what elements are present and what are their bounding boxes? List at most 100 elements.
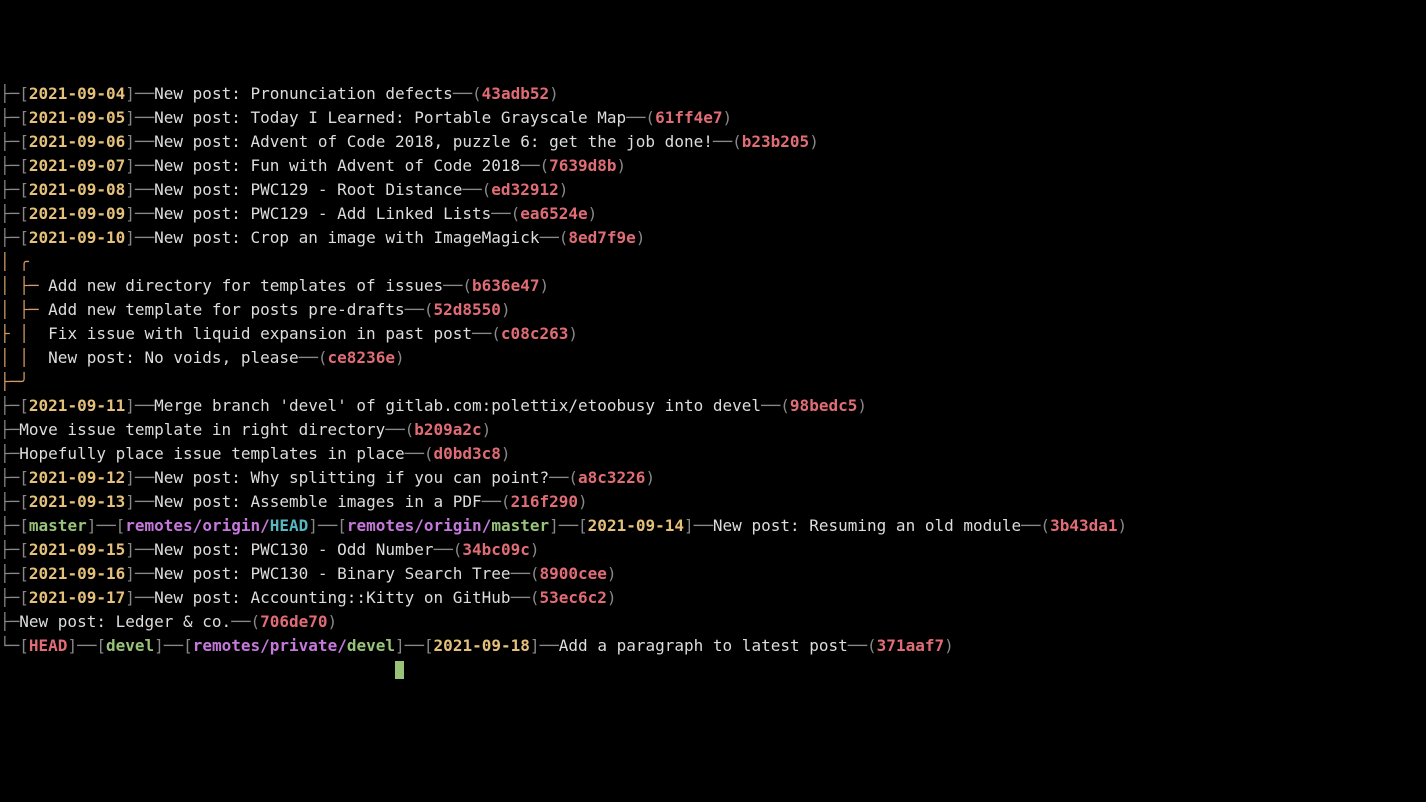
- paren-open: (: [318, 348, 328, 367]
- ref-segment: HEAD: [270, 516, 309, 535]
- ref-name: 2021-09-18: [434, 636, 530, 655]
- commit-message: Fix issue with liquid expansion in past …: [48, 324, 472, 343]
- log-line: ├─Move issue template in right directory…: [0, 418, 1426, 442]
- commit-message: New post: No voids, please: [48, 348, 298, 367]
- log-line: ├─[2021-09-13]──New post: Assemble image…: [0, 490, 1426, 514]
- paren-open: (: [780, 396, 790, 415]
- ref-name: HEAD: [29, 636, 68, 655]
- paren-close: ): [857, 396, 867, 415]
- commit-hash: b209a2c: [414, 420, 481, 439]
- bracket-close: ]: [154, 636, 164, 655]
- graph-dash: ──: [405, 444, 424, 463]
- log-line: │ │ New post: No voids, please──(ce8236e…: [0, 346, 1426, 370]
- ref-segment: master: [491, 516, 549, 535]
- paren-open: (: [501, 492, 511, 511]
- graph-indent: │ │: [0, 348, 48, 367]
- log-line: ├─[2021-09-12]──New post: Why splitting …: [0, 466, 1426, 490]
- graph-dash: ──: [385, 420, 404, 439]
- graph-box-top: │ ╭: [0, 252, 29, 271]
- graph-indent: ├ │: [0, 324, 48, 343]
- bracket-open: [: [19, 516, 29, 535]
- graph-indent: └─: [0, 636, 19, 655]
- commit-message: Hopefully place issue templates in place: [19, 444, 404, 463]
- graph-dash: ──: [164, 636, 183, 655]
- ref-segment: remotes/origin/: [347, 516, 492, 535]
- graph-dash: ──: [511, 564, 530, 583]
- graph-dash: ──: [520, 156, 539, 175]
- graph-indent: ├─: [0, 516, 19, 535]
- commit-message: New post: PWC130 - Odd Number: [154, 540, 433, 559]
- bracket-close: ]: [125, 540, 135, 559]
- commit-message: Add new directory for templates of issue…: [48, 276, 443, 295]
- log-line: ├─[2021-09-04]──New post: Pronunciation …: [0, 82, 1426, 106]
- commit-hash: 371aaf7: [877, 636, 944, 655]
- graph-dash: ──: [135, 540, 154, 559]
- graph-dash: ──: [135, 108, 154, 127]
- graph-indent: ├─: [0, 444, 19, 463]
- log-line: ├─[master]──[remotes/origin/HEAD]──[remo…: [0, 514, 1426, 538]
- bracket-open: [: [19, 180, 29, 199]
- commit-message: New post: Ledger & co.: [19, 612, 231, 631]
- bracket-close: ]: [530, 636, 540, 655]
- log-line: ├─[2021-09-08]──New post: PWC129 - Root …: [0, 178, 1426, 202]
- paren-open: (: [559, 228, 569, 247]
- bracket-open: [: [116, 516, 126, 535]
- graph-indent: ├─: [0, 540, 19, 559]
- graph-dash: ──: [626, 108, 645, 127]
- log-line: ├─[2021-09-15]──New post: PWC130 - Odd N…: [0, 538, 1426, 562]
- commit-message: New post: Today I Learned: Portable Gray…: [154, 108, 626, 127]
- paren-open: (: [491, 324, 501, 343]
- commit-hash: 7639d8b: [549, 156, 616, 175]
- graph-dash: ──: [511, 588, 530, 607]
- commit-message: New post: Pronunciation defects: [154, 84, 453, 103]
- paren-close: ): [809, 132, 819, 151]
- graph-indent: ├─: [0, 132, 19, 151]
- graph-indent: ├─: [0, 492, 19, 511]
- ref-name: 2021-09-12: [29, 468, 125, 487]
- bracket-open: [: [19, 564, 29, 583]
- graph-dash: ──: [549, 468, 568, 487]
- paren-open: (: [472, 84, 482, 103]
- commit-message: New post: Crop an image with ImageMagick: [154, 228, 539, 247]
- log-line: ├─New post: Ledger & co.──(706de70): [0, 610, 1426, 634]
- log-line: ├─[2021-09-17]──New post: Accounting::Ki…: [0, 586, 1426, 610]
- ref-name: 2021-09-14: [588, 516, 684, 535]
- bracket-close: ]: [125, 396, 135, 415]
- graph-indent: ├─: [0, 420, 19, 439]
- graph-dash: ──: [135, 180, 154, 199]
- ref-name: 2021-09-11: [29, 396, 125, 415]
- commit-hash: ce8236e: [328, 348, 395, 367]
- paren-open: (: [1040, 516, 1050, 535]
- ref-name: 2021-09-05: [29, 108, 125, 127]
- commit-message: New post: Why splitting if you can point…: [154, 468, 549, 487]
- ref-segment: remotes/private/: [193, 636, 347, 655]
- paren-close: ): [617, 156, 627, 175]
- bracket-open: [: [424, 636, 434, 655]
- graph-dash: ──: [540, 636, 559, 655]
- bracket-open: [: [337, 516, 347, 535]
- graph-indent: ├─: [0, 588, 19, 607]
- commit-message: New post: PWC130 - Binary Search Tree: [154, 564, 510, 583]
- graph-dash: ──: [491, 204, 510, 223]
- bracket-close: ]: [125, 108, 135, 127]
- ref-name: devel: [106, 636, 154, 655]
- graph-dash: ──: [135, 396, 154, 415]
- paren-open: (: [539, 156, 549, 175]
- bracket-open: [: [19, 468, 29, 487]
- ref-name: master: [29, 516, 87, 535]
- bracket-open: [: [19, 636, 29, 655]
- bracket-close: ]: [308, 516, 318, 535]
- paren-open: (: [462, 276, 472, 295]
- commit-message: New post: PWC129 - Root Distance: [154, 180, 462, 199]
- commit-message: Move issue template in right directory: [19, 420, 385, 439]
- bracket-close: ]: [549, 516, 559, 535]
- commit-message: New post: PWC129 - Add Linked Lists: [154, 204, 491, 223]
- commit-hash: c08c263: [501, 324, 568, 343]
- graph-dash: ──: [96, 516, 115, 535]
- ref-name: 2021-09-04: [29, 84, 125, 103]
- ref-name: 2021-09-10: [29, 228, 125, 247]
- log-line: ├─╯: [0, 370, 1426, 394]
- bracket-open: [: [183, 636, 193, 655]
- commit-hash: 98bedc5: [790, 396, 857, 415]
- bracket-close: ]: [87, 516, 97, 535]
